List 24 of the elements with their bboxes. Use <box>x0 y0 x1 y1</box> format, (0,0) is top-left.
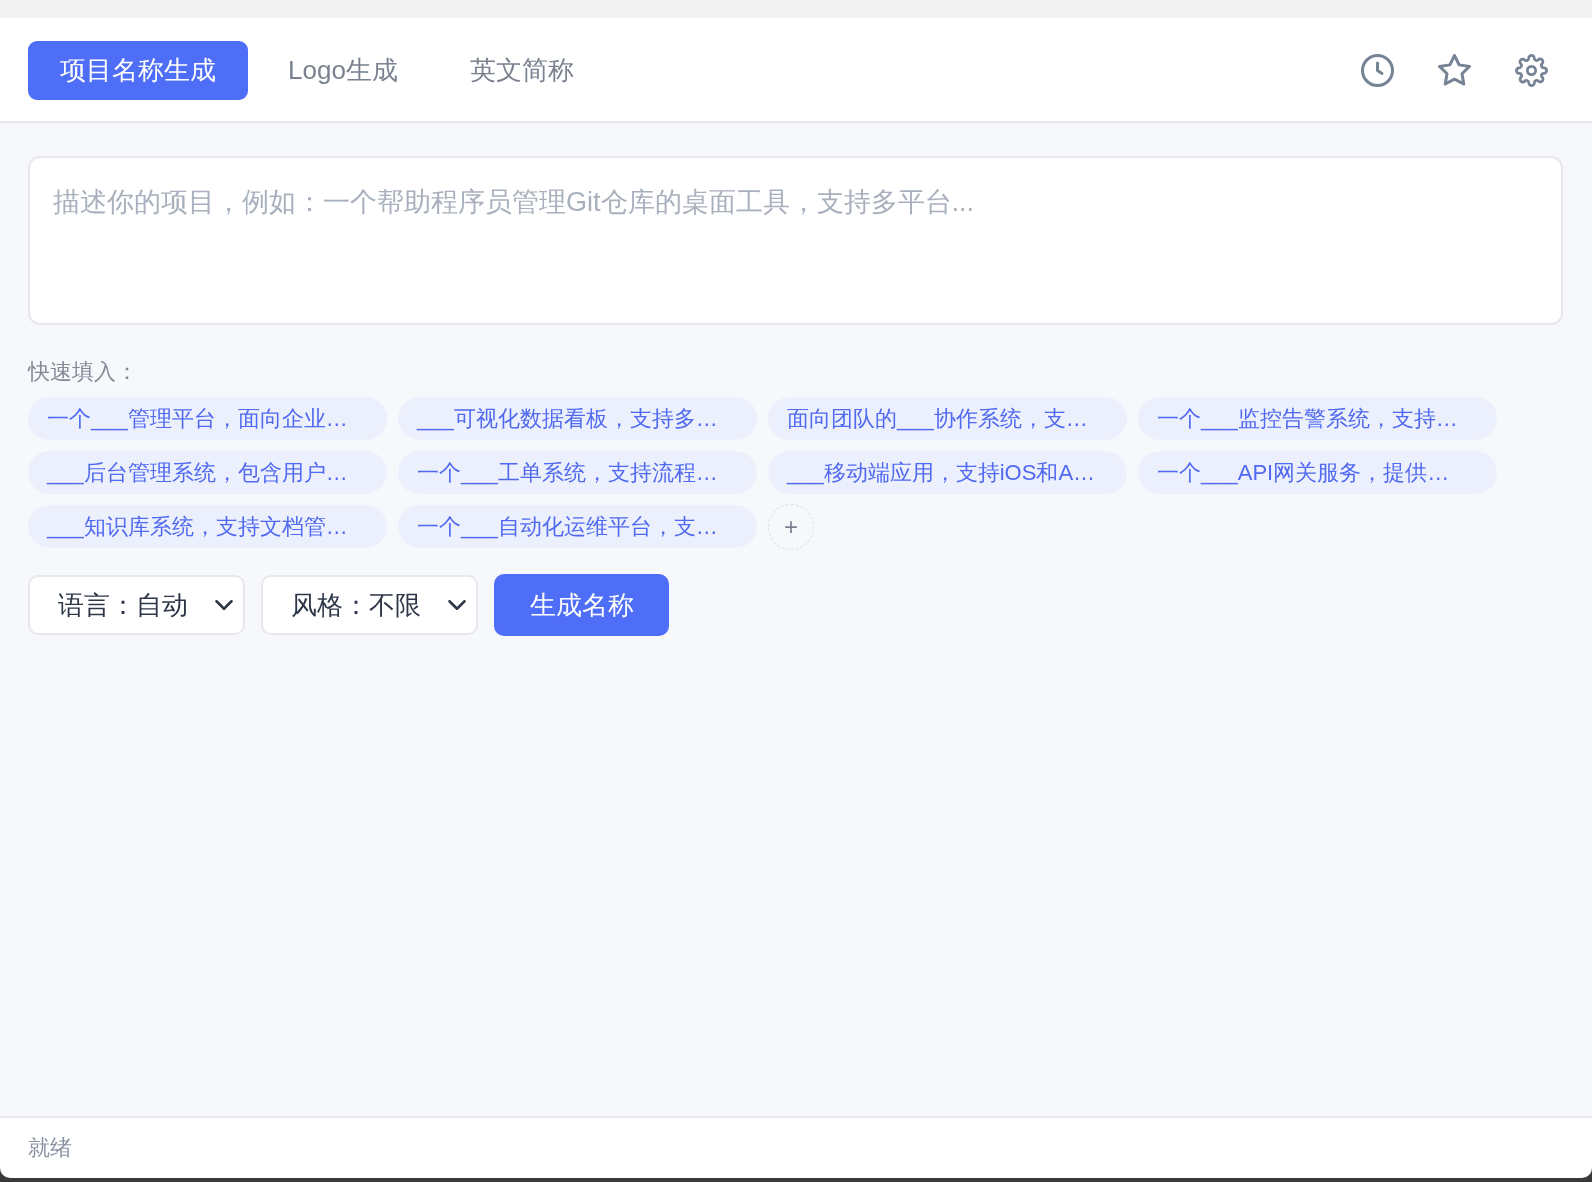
description-field[interactable]: 描述你的项目，例如：一个帮助程序员管理Git仓库的桌面工具，支持多平台... <box>28 156 1563 325</box>
template-chip[interactable]: 一个___管理平台，面向企业… <box>28 397 387 440</box>
template-chip[interactable]: 一个___API网关服务，提供… <box>1138 451 1497 494</box>
tab[interactable]: 英文简称 <box>437 41 606 100</box>
star-icon[interactable] <box>1438 54 1471 87</box>
template-chip[interactable]: ___知识库系统，支持文档管… <box>28 505 387 548</box>
chevron-down-icon <box>448 600 466 610</box>
tab[interactable]: 项目名称生成 <box>28 41 248 100</box>
clock-icon[interactable] <box>1361 54 1394 87</box>
template-chip[interactable]: ___后台管理系统，包含用户… <box>28 451 387 494</box>
dropdown-select[interactable]: 语言：自动 <box>28 575 245 635</box>
dropdown-select[interactable]: 风格：不限 <box>261 575 478 635</box>
quick-fill-label: 快速填入： <box>28 358 138 386</box>
template-chip[interactable]: 一个___自动化运维平台，支… <box>398 505 757 548</box>
generate-button[interactable]: 生成名称 <box>494 574 669 636</box>
template-chip[interactable]: ___可视化数据看板，支持多… <box>398 397 757 440</box>
chevron-down-icon <box>215 600 233 610</box>
settings-icon[interactable] <box>1515 54 1548 87</box>
template-chip[interactable]: 面向团队的___协作系统，支… <box>768 397 1127 440</box>
template-chip[interactable]: 一个___工单系统，支持流程… <box>398 451 757 494</box>
status-text: 就绪 <box>28 1134 72 1162</box>
tab[interactable]: Logo生成 <box>256 41 430 100</box>
template-chip[interactable]: ___移动端应用，支持iOS和A… <box>768 451 1127 494</box>
template-chip[interactable]: 一个___监控告警系统，支持… <box>1138 397 1497 440</box>
